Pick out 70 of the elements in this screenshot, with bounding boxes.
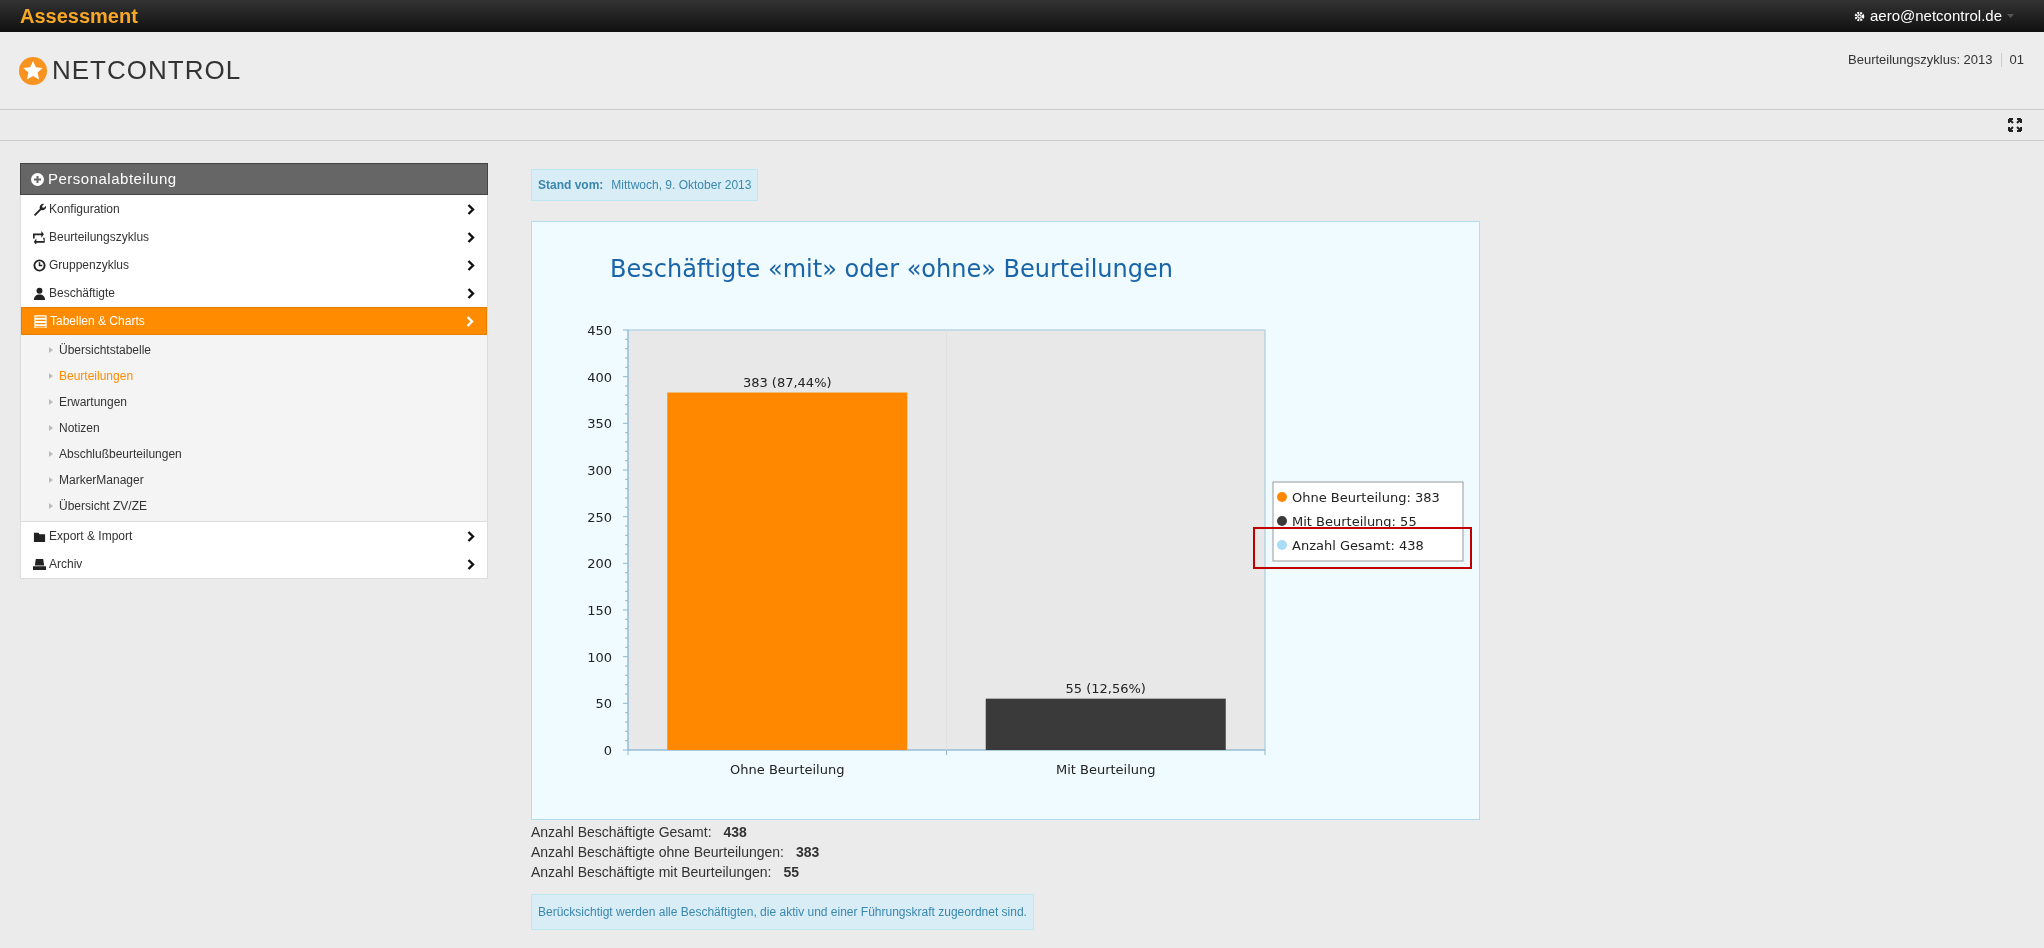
summary-label: Anzahl Beschäftigte ohne Beurteilungen: bbox=[531, 843, 784, 862]
cycle-label: Beurteilungszyklus: 2013 bbox=[1848, 50, 1993, 69]
chevron-right-icon bbox=[467, 287, 475, 299]
triangle-icon bbox=[49, 399, 53, 405]
triangle-icon bbox=[49, 347, 53, 353]
submenu-item[interactable]: Notizen bbox=[21, 415, 487, 441]
info-note: Berücksichtigt werden alle Beschäftigten, die aktiv und einer Führungskraft zugeordnet sind. bbox=[531, 894, 1034, 930]
sidebar-header: Personalabteilung bbox=[20, 163, 488, 195]
y-tick-label: 50 bbox=[595, 696, 612, 712]
repeat-icon bbox=[33, 230, 46, 244]
submenu-item[interactable]: Übersichtstabelle bbox=[21, 337, 487, 363]
x-category-label: Ohne Beurteilung bbox=[730, 762, 845, 777]
chevron-right-icon bbox=[466, 315, 474, 327]
chart-title: Beschäftigte «mit» oder «ohne» Beurteilungen bbox=[610, 255, 1173, 283]
sidebar-item[interactable]: Archiv bbox=[21, 550, 487, 578]
triangle-icon bbox=[49, 373, 53, 379]
x-category-label: Mit Beurteilung bbox=[1055, 762, 1156, 777]
triangle-icon bbox=[49, 451, 53, 457]
clock-icon bbox=[33, 258, 46, 272]
sidebar-item[interactable]: Gruppenzyklus bbox=[21, 251, 487, 279]
person-icon bbox=[33, 286, 46, 300]
bar-value-label: 55 (12,56%) bbox=[1065, 680, 1146, 696]
chevron-right-icon bbox=[467, 530, 475, 542]
plus-circle-icon bbox=[31, 172, 44, 186]
chevron-right-icon bbox=[467, 558, 475, 570]
y-tick-label: 400 bbox=[587, 369, 612, 385]
y-tick-label: 150 bbox=[587, 603, 612, 618]
sidebar-item[interactable]: Export & Import bbox=[21, 522, 487, 550]
sidebar-item[interactable]: Konfiguration bbox=[21, 195, 487, 223]
y-tick-label: 100 bbox=[587, 649, 612, 665]
summary-value: 383 bbox=[795, 843, 820, 862]
sidebar-item[interactable]: Beschäftigte bbox=[21, 279, 487, 307]
caret-icon bbox=[2007, 14, 2014, 18]
date-label: Stand vom: bbox=[538, 177, 604, 194]
chevron-right-icon bbox=[467, 203, 475, 215]
triangle-icon bbox=[49, 503, 53, 509]
list-icon bbox=[34, 314, 47, 328]
legend-label: Anzahl Gesamt: 438 bbox=[1292, 538, 1424, 553]
y-tick-label: 0 bbox=[603, 743, 612, 758]
triangle-icon bbox=[49, 477, 53, 483]
fullscreen-icon[interactable] bbox=[2008, 118, 2022, 132]
bar-value-label: 383 (87,44%) bbox=[742, 374, 832, 390]
chevron-right-icon bbox=[467, 231, 475, 243]
date-value: Mittwoch, 9. Oktober 2013 bbox=[611, 177, 752, 194]
summary-label: Anzahl Beschäftigte mit Beurteilungen: bbox=[531, 863, 772, 882]
logo-text: NETCONTROL bbox=[52, 54, 242, 87]
summary-label: Anzahl Beschäftigte Gesamt: bbox=[531, 823, 712, 842]
legend-label: Ohne Beurteilung: 383 bbox=[1292, 490, 1440, 505]
submenu-item[interactable]: Übersicht ZV/ZE bbox=[21, 493, 487, 519]
cycle-number[interactable]: 01 bbox=[2009, 49, 2024, 70]
submenu-item[interactable]: Abschlußbeurteilungen bbox=[21, 441, 487, 467]
sidebar-item[interactable]: Beurteilungszyklus bbox=[21, 223, 487, 251]
y-tick-label: 200 bbox=[587, 556, 612, 572]
y-tick-label: 250 bbox=[587, 509, 612, 525]
y-tick-label: 350 bbox=[587, 416, 612, 432]
gear-icon bbox=[1854, 10, 1865, 22]
summary-value: 55 bbox=[783, 863, 800, 882]
wrench-icon bbox=[33, 202, 46, 216]
chevron-right-icon bbox=[467, 259, 475, 271]
summary-value: 438 bbox=[723, 823, 747, 842]
triangle-icon bbox=[49, 425, 53, 431]
submenu-item[interactable]: MarkerManager bbox=[21, 467, 487, 493]
legend-label: Mit Beurteilung: 55 bbox=[1292, 514, 1417, 529]
submenu-item[interactable]: Erwartungen bbox=[21, 389, 487, 415]
user-menu[interactable]: aero@netcontrol.de bbox=[1870, 4, 2002, 28]
tray-icon bbox=[33, 557, 46, 571]
star-logo-icon bbox=[18, 55, 48, 86]
y-tick-label: 450 bbox=[587, 323, 612, 338]
app-title[interactable]: Assessment bbox=[20, 1, 138, 31]
y-tick-label: 300 bbox=[587, 463, 612, 478]
